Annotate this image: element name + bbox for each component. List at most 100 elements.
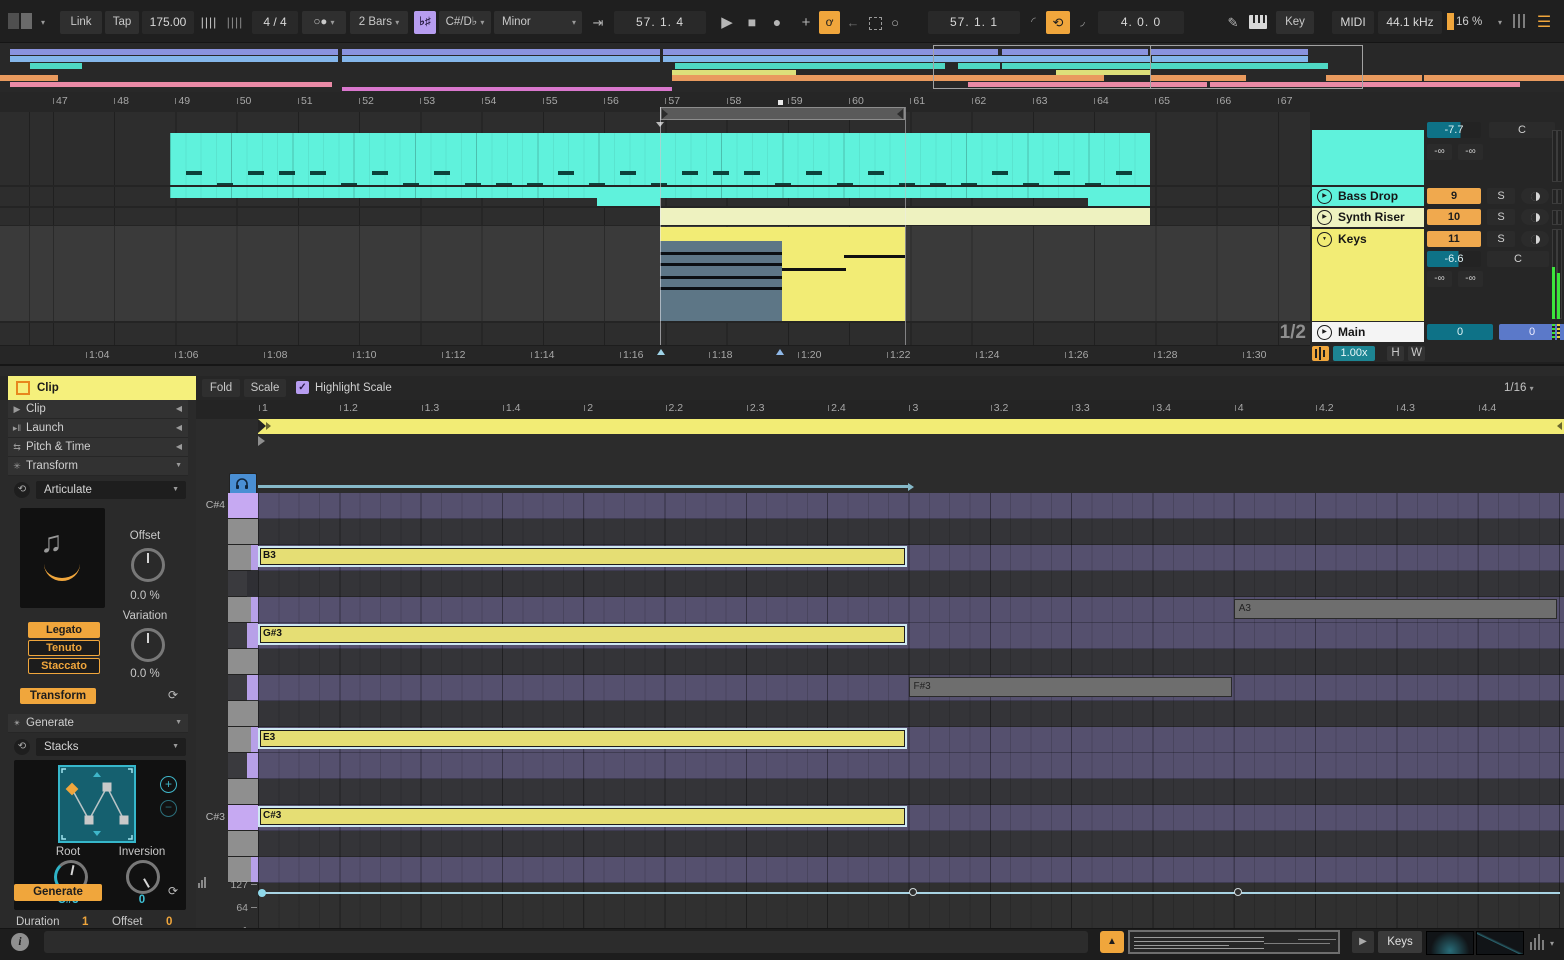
device-chain-label[interactable]: Keys: [1378, 931, 1422, 953]
offset-value[interactable]: 0.0 %: [113, 590, 177, 602]
tap-tempo-button[interactable]: Tap: [105, 11, 139, 34]
section-launch[interactable]: ▸‖Launch◀: [8, 419, 188, 438]
groove-selector[interactable]: ○● ▾: [302, 11, 346, 34]
track-color-area[interactable]: [1312, 130, 1424, 185]
follow-button[interactable]: ⇥: [586, 11, 610, 34]
midi-note-selected[interactable]: C#3: [258, 806, 907, 827]
mode-staccato-button[interactable]: Staccato: [28, 658, 100, 674]
generate-apply-button[interactable]: Generate: [14, 884, 102, 901]
clip-bass-drop[interactable]: [597, 186, 660, 206]
note-grid[interactable]: C#4C#3B3G#3E3C#3F#3A3: [196, 400, 1564, 930]
scale-mode-selector[interactable]: Minor ▾: [494, 11, 582, 34]
session-record-button[interactable]: ○: [885, 11, 905, 34]
piano-key-black[interactable]: [228, 571, 247, 597]
track-title[interactable]: ▶Main: [1312, 322, 1424, 342]
automation-arm-button[interactable]: ơ: [819, 11, 840, 34]
transform-refresh-icon[interactable]: ⟳: [168, 688, 178, 702]
mixer-chevron-icon[interactable]: ▾: [1550, 939, 1554, 948]
track-title[interactable]: ▶Synth Riser: [1312, 208, 1424, 227]
overview-viewport-box[interactable]: [933, 45, 1363, 89]
play-button[interactable]: ▶: [716, 11, 738, 34]
midi-channel-field[interactable]: 10: [1427, 209, 1481, 225]
show-push-button[interactable]: ▲: [1100, 931, 1124, 953]
track-fold-icon[interactable]: ▼: [1317, 232, 1332, 247]
loop-button[interactable]: ⟲: [1046, 11, 1070, 34]
piano-key-black[interactable]: [228, 753, 247, 779]
transform-tool-selector[interactable]: Articulate▼: [36, 481, 186, 499]
history-back-button[interactable]: H: [1387, 346, 1404, 361]
beat-ruler[interactable]: 11.21.31.422.22.32.433.23.33.444.24.34.4: [196, 400, 1564, 419]
punch-in-button[interactable]: ◜: [1023, 11, 1044, 34]
track-title[interactable]: ▶Bass Drop: [1312, 187, 1424, 206]
arrangement-position-field[interactable]: 57. 1. 4: [614, 11, 706, 34]
midi-channel-field[interactable]: 11: [1427, 231, 1481, 247]
new-button[interactable]: +: [796, 11, 816, 34]
track-header-keys[interactable]: ▼Keys 11 S -6.6 C -∞ -∞: [1312, 229, 1564, 321]
piano-key-black[interactable]: [228, 675, 247, 701]
locator-flag-icon[interactable]: [778, 100, 783, 105]
transform-tool-reset-icon[interactable]: ⟲: [14, 482, 30, 498]
velocity-marker[interactable]: [909, 888, 917, 896]
piano-key-root[interactable]: [228, 805, 258, 831]
send-b-field[interactable]: -∞: [1458, 144, 1483, 160]
track-header-synth-riser[interactable]: ▶Synth Riser 10 S: [1312, 208, 1564, 227]
velocity-marker[interactable]: [1234, 888, 1242, 896]
key-map-button[interactable]: Key: [1276, 11, 1314, 34]
time-ruler[interactable]: 1:041:061:081:101:121:141:161:181:201:22…: [0, 345, 1310, 365]
inversion-knob[interactable]: [126, 860, 160, 894]
volume-field[interactable]: -6.6: [1427, 251, 1481, 267]
piano-key-root[interactable]: [228, 493, 258, 519]
clip-tab[interactable]: Clip: [8, 376, 196, 400]
piano-key-white[interactable]: [228, 519, 258, 545]
track-header-main[interactable]: ▶Main 0 0: [1312, 322, 1564, 342]
midi-note[interactable]: F#3: [909, 677, 1232, 697]
midi-channel-field[interactable]: 9: [1427, 188, 1481, 204]
track-fold-icon[interactable]: ▶: [1317, 210, 1332, 225]
scale-icon[interactable]: ♭♯: [414, 11, 436, 34]
fold-button[interactable]: Fold: [202, 379, 240, 397]
record-button[interactable]: ●: [766, 11, 788, 34]
speaker-button[interactable]: [1521, 209, 1549, 225]
midi-note-selected[interactable]: G#3: [258, 624, 907, 645]
velocity-marker[interactable]: [258, 889, 266, 897]
window-control-icon[interactable]: [21, 13, 32, 29]
stacks-pattern[interactable]: [58, 765, 136, 846]
generate-tool-reset-icon[interactable]: ⟲: [14, 739, 30, 755]
speaker-button[interactable]: [1521, 231, 1549, 247]
clip-keys-take-lane[interactable]: [782, 241, 905, 321]
metronome-icon[interactable]: ||||: [198, 11, 220, 34]
menu-icon[interactable]: ☰: [1532, 11, 1556, 34]
variation-knob[interactable]: [131, 628, 165, 662]
send-a-field[interactable]: -∞: [1427, 144, 1452, 160]
offset-knob[interactable]: [131, 548, 165, 582]
midi-note-selected[interactable]: B3: [258, 546, 907, 567]
playback-speed-field[interactable]: 1.00x: [1333, 346, 1375, 361]
scale-root-selector[interactable]: C#/D♭ ▾: [439, 11, 491, 34]
midi-map-button[interactable]: MIDI: [1332, 11, 1374, 34]
punch-marker-icon[interactable]: [776, 349, 784, 355]
clip-start-marker-icon[interactable]: [258, 436, 265, 446]
solo-button[interactable]: S: [1487, 209, 1515, 225]
device-thumbnail[interactable]: [1476, 931, 1524, 955]
loop-start-marker-icon[interactable]: [657, 349, 665, 355]
draw-mode-button[interactable]: ✎: [1222, 11, 1244, 34]
stop-button[interactable]: ■: [741, 11, 763, 34]
track-header-partial[interactable]: -7.7 C -∞ -∞: [1312, 130, 1564, 185]
clip-keys-take-lane[interactable]: [660, 241, 782, 321]
tempo-field[interactable]: 175.00: [142, 11, 194, 34]
loop-brace[interactable]: [660, 107, 905, 120]
section-transform[interactable]: ✳Transform▼: [8, 457, 188, 476]
piano-key-white[interactable]: [228, 831, 258, 857]
piano-key-white[interactable]: [228, 727, 251, 753]
device-thumbnail[interactable]: [1426, 931, 1474, 955]
send-a-field[interactable]: -∞: [1427, 271, 1452, 287]
link-button[interactable]: Link: [60, 11, 102, 34]
metronome-count-in-icon[interactable]: ||||: [224, 11, 246, 34]
clip-loop-bar[interactable]: [258, 419, 1564, 434]
piano-key-white[interactable]: [228, 545, 251, 571]
piano-key-white[interactable]: [228, 779, 258, 805]
mode-tenuto-button[interactable]: Tenuto: [28, 640, 100, 656]
duration-value[interactable]: 1: [82, 916, 88, 928]
quantize-selector[interactable]: 2 Bars ▾: [350, 11, 408, 34]
section-clip[interactable]: ▶Clip◀: [8, 400, 188, 419]
